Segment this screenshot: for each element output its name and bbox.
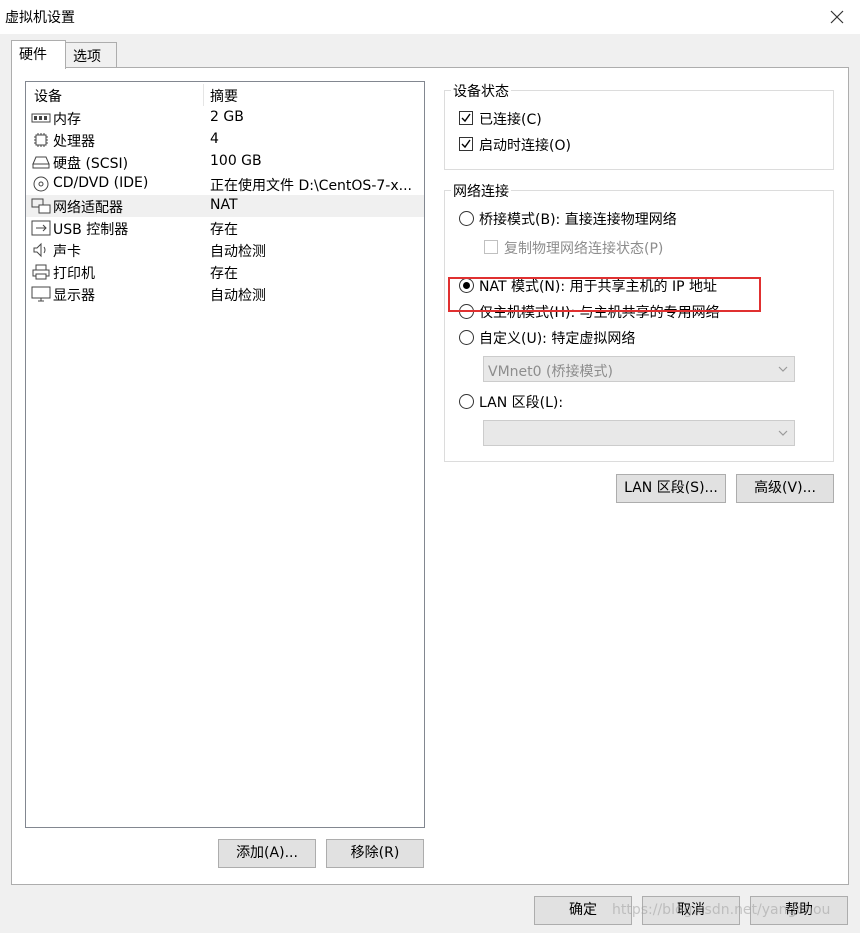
watermark-text: https://blog.csdn.net/yangchou [612, 902, 831, 918]
connect-at-power-on-checkbox[interactable] [459, 137, 473, 151]
device-status-group [444, 90, 834, 170]
vmnet-select-value: VMnet0 (桥接模式) [488, 364, 613, 380]
device-name: USB 控制器 [53, 222, 129, 238]
checkmark-icon [461, 139, 471, 149]
cd-dvd-icon [33, 176, 49, 192]
device-row-cd-dvd[interactable]: CD/DVD (IDE) 正在使用文件 D:\CentOS-7-x... [26, 173, 424, 195]
custom-label[interactable]: 自定义(U): 特定虚拟网络 [479, 328, 635, 348]
device-name: 网络适配器 [53, 200, 123, 216]
tab-options[interactable]: 选项 [65, 42, 117, 68]
chevron-down-icon [778, 366, 788, 372]
device-summary: 100 GB [210, 153, 262, 169]
device-row-printer[interactable]: 打印机 存在 [26, 261, 424, 283]
custom-radio[interactable] [459, 330, 474, 345]
vmnet-select[interactable]: VMnet0 (桥接模式) [483, 356, 795, 382]
usb-icon [31, 220, 51, 236]
device-row-network-adapter[interactable]: 网络适配器 NAT [26, 195, 424, 217]
device-name: 处理器 [53, 134, 95, 150]
device-summary: 存在 [210, 222, 238, 238]
memory-icon [31, 113, 51, 123]
printer-icon [32, 264, 50, 280]
lan-segment-select[interactable] [483, 420, 795, 446]
device-status-title: 设备状态 [451, 81, 511, 101]
advanced-button[interactable]: 高级(V)... [736, 474, 834, 503]
device-summary: 4 [210, 131, 219, 147]
processor-icon [34, 133, 48, 147]
window-title: 虚拟机设置 [5, 10, 75, 26]
device-summary: 自动检测 [210, 244, 266, 260]
device-name: CD/DVD (IDE) [53, 175, 149, 191]
device-summary: NAT [210, 197, 238, 213]
device-summary: 正在使用文件 D:\CentOS-7-x... [210, 178, 412, 194]
device-row-memory[interactable]: 内存 2 GB [26, 107, 424, 129]
device-row-display[interactable]: 显示器 自动检测 [26, 283, 424, 305]
device-row-sound[interactable]: 声卡 自动检测 [26, 239, 424, 261]
device-row-hard-disk[interactable]: 硬盘 (SCSI) 100 GB [26, 151, 424, 173]
device-name: 声卡 [53, 244, 81, 260]
remove-button[interactable]: 移除(R) [326, 839, 424, 868]
close-button[interactable] [814, 0, 860, 34]
connected-checkbox[interactable] [459, 111, 473, 125]
device-name: 硬盘 (SCSI) [53, 156, 129, 172]
chevron-down-icon [778, 430, 788, 436]
column-header-summary[interactable]: 摘要 [210, 86, 238, 106]
add-button[interactable]: 添加(A)... [218, 839, 316, 868]
replicate-state-checkbox[interactable] [484, 240, 498, 254]
device-row-usb[interactable]: USB 控制器 存在 [26, 217, 424, 239]
bridged-radio[interactable] [459, 211, 474, 226]
title-bar: 虚拟机设置 [0, 0, 860, 34]
connect-at-power-on-label[interactable]: 启动时连接(O) [479, 135, 571, 155]
device-name: 打印机 [53, 266, 95, 282]
device-name: 显示器 [53, 288, 95, 304]
tab-hardware-label: 硬件 [19, 47, 47, 63]
speaker-icon [33, 242, 46, 258]
monitor-icon [31, 286, 51, 302]
lan-segment-radio[interactable] [459, 394, 474, 409]
lan-segment-label[interactable]: LAN 区段(L): [479, 392, 563, 412]
device-list[interactable]: 设备 摘要 内存 2 GB 处理器 4 硬盘 (SCSI) 100 GB CD/… [25, 81, 425, 828]
device-summary: 存在 [210, 266, 238, 282]
connected-label[interactable]: 已连接(C) [479, 109, 542, 129]
device-summary: 2 GB [210, 109, 244, 125]
network-connection-title: 网络连接 [451, 181, 511, 201]
replicate-state-label[interactable]: 复制物理网络连接状态(P) [504, 238, 663, 258]
hard-disk-icon [32, 156, 50, 169]
column-separator [203, 84, 204, 106]
network-adapter-icon [31, 198, 51, 214]
column-header-device[interactable]: 设备 [34, 86, 62, 106]
device-row-processor[interactable]: 处理器 4 [26, 129, 424, 151]
device-name: 内存 [53, 112, 81, 128]
checkmark-icon [461, 113, 471, 123]
highlight-box [448, 277, 761, 312]
device-summary: 自动检测 [210, 288, 266, 304]
bridged-label[interactable]: 桥接模式(B): 直接连接物理网络 [479, 209, 677, 229]
tab-hardware[interactable]: 硬件 [11, 40, 66, 69]
close-icon [830, 10, 844, 24]
tab-options-label: 选项 [73, 49, 101, 65]
lan-segments-button[interactable]: LAN 区段(S)... [616, 474, 726, 503]
